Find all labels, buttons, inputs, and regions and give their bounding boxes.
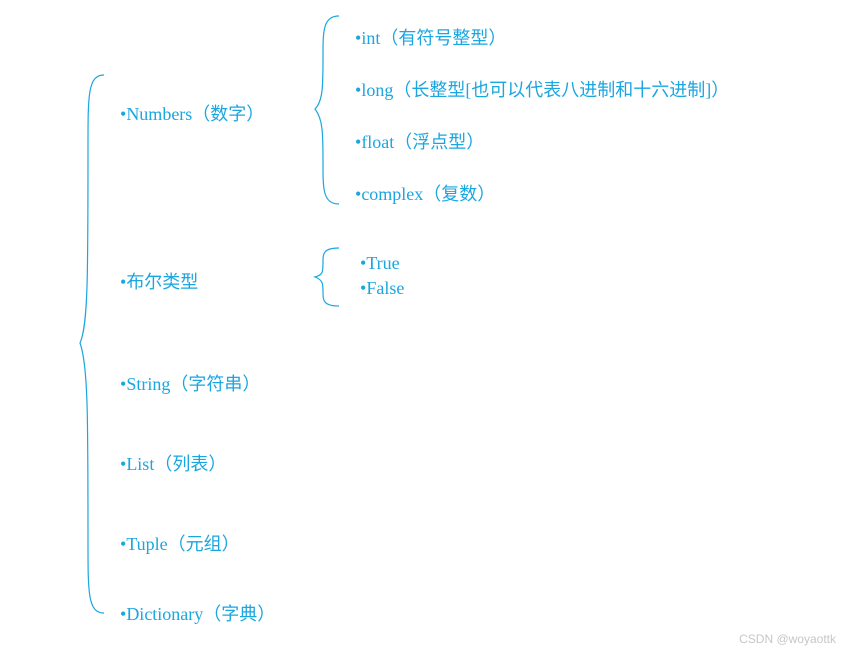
main-item-tuple: •Tuple（元组） bbox=[120, 530, 240, 556]
main-item-label: List（列表） bbox=[126, 454, 226, 474]
numbers-item-float: •float（浮点型） bbox=[355, 128, 484, 154]
numbers-item-label: complex（复数） bbox=[361, 184, 495, 204]
boolean-item-label: True bbox=[366, 253, 399, 273]
numbers-item-long: •long（长整型[也可以代表八进制和十六进制]） bbox=[355, 76, 729, 102]
numbers-item-int: •int（有符号整型） bbox=[355, 24, 506, 50]
watermark: CSDN @woyaottk bbox=[739, 632, 836, 646]
boolean-brace bbox=[315, 248, 343, 308]
boolean-item-false: •False bbox=[360, 278, 404, 299]
main-item-label: Dictionary（字典） bbox=[126, 604, 275, 624]
main-item-numbers: •Numbers（数字） bbox=[120, 100, 264, 126]
numbers-item-complex: •complex（复数） bbox=[355, 180, 495, 206]
numbers-item-label: int（有符号整型） bbox=[361, 28, 506, 48]
main-item-label: Numbers（数字） bbox=[126, 104, 264, 124]
main-item-label: String（字符串） bbox=[126, 374, 260, 394]
boolean-item-label: False bbox=[366, 278, 404, 298]
numbers-item-label: float（浮点型） bbox=[361, 132, 484, 152]
main-item-label: 布尔类型 bbox=[126, 272, 198, 292]
main-item-label: Tuple（元组） bbox=[126, 534, 239, 554]
main-item-list: •List（列表） bbox=[120, 450, 226, 476]
numbers-item-label: long（长整型[也可以代表八进制和十六进制]） bbox=[361, 80, 729, 100]
main-item-boolean: •布尔类型 bbox=[120, 268, 198, 294]
main-brace bbox=[80, 75, 108, 615]
numbers-brace bbox=[315, 16, 343, 206]
main-item-string: •String（字符串） bbox=[120, 370, 260, 396]
main-item-dictionary: •Dictionary（字典） bbox=[120, 600, 275, 626]
boolean-item-true: •True bbox=[360, 253, 400, 274]
